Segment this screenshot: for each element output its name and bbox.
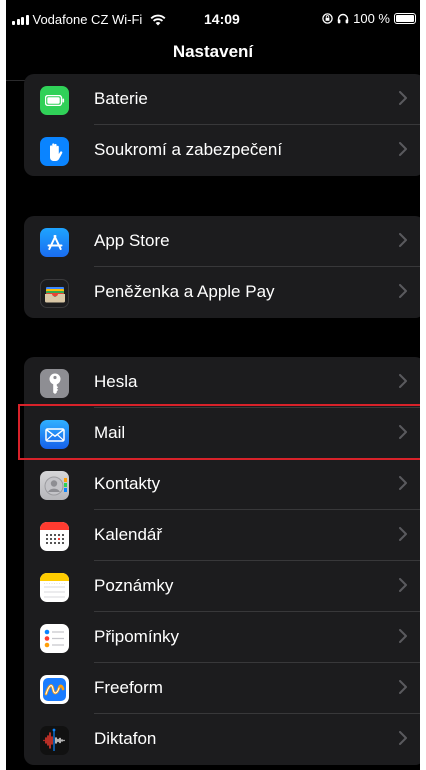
headphones-icon <box>337 13 349 24</box>
settings-row-privacy[interactable]: Soukromí a zabezpečení <box>24 125 420 176</box>
settings-group-3: Hesla Mail Kontakty Kalendář Poznámky Př… <box>24 357 420 765</box>
settings-row-mail[interactable]: Mail <box>24 408 420 459</box>
voice-memos-icon <box>40 726 69 755</box>
chevron-right-icon <box>399 629 407 643</box>
settings-row-reminders[interactable]: Připomínky <box>24 612 420 663</box>
chevron-right-icon <box>399 142 407 156</box>
status-time: 14:09 <box>204 11 240 27</box>
status-bar: Vodafone CZ Wi-Fi 14:09 100 % <box>6 0 420 38</box>
contacts-icon <box>40 471 69 500</box>
row-label: Kontakty <box>94 474 161 493</box>
carrier-name: Vodafone CZ Wi-Fi <box>32 12 143 27</box>
row-label: Soukromí a zabezpečení <box>94 140 283 159</box>
row-label: Peněženka a Apple Pay <box>94 282 275 301</box>
settings-group-1: Baterie Soukromí a zabezpečení <box>24 74 420 176</box>
mail-icon <box>40 420 69 449</box>
wifi-icon <box>150 14 166 25</box>
chevron-right-icon <box>399 91 407 105</box>
row-label: Kalendář <box>94 525 163 544</box>
wallet-icon <box>40 279 69 308</box>
row-label: Diktafon <box>94 729 157 748</box>
chevron-right-icon <box>399 527 407 541</box>
settings-row-calendar[interactable]: Kalendář <box>24 510 420 561</box>
app-store-icon <box>40 228 69 257</box>
hand-icon <box>40 137 69 166</box>
page-title: Nastavení <box>172 42 254 61</box>
status-left: Vodafone CZ Wi-Fi <box>12 12 166 27</box>
key-icon <box>40 369 69 398</box>
row-label: Poznámky <box>94 576 174 595</box>
row-label: App Store <box>94 231 170 250</box>
settings-row-battery[interactable]: Baterie <box>24 74 420 125</box>
row-label: Baterie <box>94 89 148 108</box>
settings-row-freeform[interactable]: Freeform <box>24 663 420 714</box>
settings-row-voice-memos[interactable]: Diktafon <box>24 714 420 765</box>
cellular-signal-icon <box>12 14 29 25</box>
chevron-right-icon <box>399 731 407 745</box>
chevron-right-icon <box>399 476 407 490</box>
row-label: Připomínky <box>94 627 180 646</box>
chevron-right-icon <box>399 425 407 439</box>
calendar-icon <box>40 522 69 551</box>
battery-icon <box>40 86 69 115</box>
settings-row-passwords[interactable]: Hesla <box>24 357 420 408</box>
row-label: Mail <box>94 423 126 442</box>
battery-icon <box>394 13 416 24</box>
notes-icon <box>40 573 69 602</box>
settings-row-contacts[interactable]: Kontakty <box>24 459 420 510</box>
battery-percentage: 100 % <box>353 11 390 26</box>
chevron-right-icon <box>399 233 407 247</box>
chevron-right-icon <box>399 374 407 388</box>
freeform-icon <box>40 675 69 704</box>
row-label: Hesla <box>94 372 138 391</box>
settings-row-app-store[interactable]: App Store <box>24 216 420 267</box>
settings-row-notes[interactable]: Poznámky <box>24 561 420 612</box>
reminders-icon <box>40 624 69 653</box>
settings-group-2: App Store Peněženka a Apple Pay <box>24 216 420 318</box>
row-label: Freeform <box>94 678 163 697</box>
status-right: 100 % <box>322 11 416 26</box>
chevron-right-icon <box>399 680 407 694</box>
settings-row-wallet[interactable]: Peněženka a Apple Pay <box>24 267 420 318</box>
orientation-lock-icon <box>322 13 333 24</box>
chevron-right-icon <box>399 578 407 592</box>
chevron-right-icon <box>399 284 407 298</box>
phone-screen: Vodafone CZ Wi-Fi 14:09 100 % Nastavení … <box>6 0 420 770</box>
